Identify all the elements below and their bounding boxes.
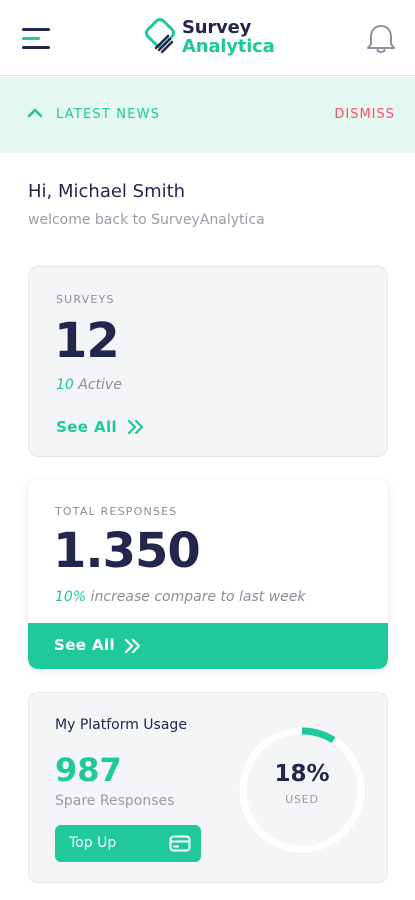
surveys-card: SURVEYS 12 10 Active See All [28, 266, 388, 457]
responses-count: 1.350 [53, 523, 201, 579]
app-header: Survey Analytica [0, 0, 415, 76]
latest-news-banner: LATEST NEWS DISMISS [0, 77, 415, 153]
app-logo[interactable]: Survey Analytica [141, 16, 281, 62]
usage-used-label: USED [285, 793, 319, 806]
double-chevron-right-icon [124, 638, 141, 654]
menu-line-middle [22, 37, 40, 40]
logo-icon [145, 18, 175, 54]
menu-line-top [22, 28, 50, 31]
double-chevron-right-icon [127, 419, 144, 435]
dismiss-button[interactable]: DISMISS [334, 107, 395, 122]
logo-text-analytica: Analytica [182, 36, 275, 57]
top-up-button[interactable]: Top Up [55, 825, 201, 862]
spare-responses-label: Spare Responses [55, 793, 175, 809]
spare-responses-count: 987 [55, 751, 122, 789]
surveys-active-count: 10 [56, 377, 74, 393]
latest-news-label[interactable]: LATEST NEWS [56, 107, 160, 122]
hamburger-icon[interactable] [22, 26, 52, 52]
responses-see-all-button[interactable]: See All [28, 623, 388, 669]
surveys-active-text: 10 Active [56, 377, 122, 393]
usage-ring-track [239, 727, 365, 853]
platform-usage-card: My Platform Usage 987 Spare Responses To… [28, 692, 388, 883]
logo-text-survey: Survey [182, 17, 252, 38]
usage-progress-ring: 18% USED [237, 725, 367, 855]
credit-card-icon [169, 835, 191, 852]
bell-icon[interactable] [364, 23, 398, 55]
responses-label: TOTAL RESPONSES [55, 505, 178, 518]
usage-percent: 18% [274, 761, 330, 787]
total-responses-card: TOTAL RESPONSES 1.350 10% increase compa… [28, 479, 388, 669]
menu-line-bottom [22, 46, 50, 49]
responses-change-value: 10% [55, 589, 87, 605]
responses-change-label: increase compare to last week [90, 589, 306, 605]
surveys-active-label: Active [78, 377, 122, 393]
usage-title: My Platform Usage [55, 717, 187, 733]
top-up-label: Top Up [69, 835, 117, 851]
surveys-count: 12 [54, 313, 120, 369]
responses-change-text: 10% increase compare to last week [55, 589, 306, 605]
responses-see-all-label: See All [54, 636, 116, 654]
surveys-see-all-label: See All [56, 418, 118, 436]
greeting-subtitle: welcome back to SurveyAnalytica [28, 212, 265, 228]
surveys-label: SURVEYS [56, 293, 115, 306]
chevron-up-icon[interactable] [26, 105, 44, 119]
greeting-title: Hi, Michael Smith [28, 181, 186, 202]
surveys-see-all-link[interactable]: See All [56, 418, 145, 436]
